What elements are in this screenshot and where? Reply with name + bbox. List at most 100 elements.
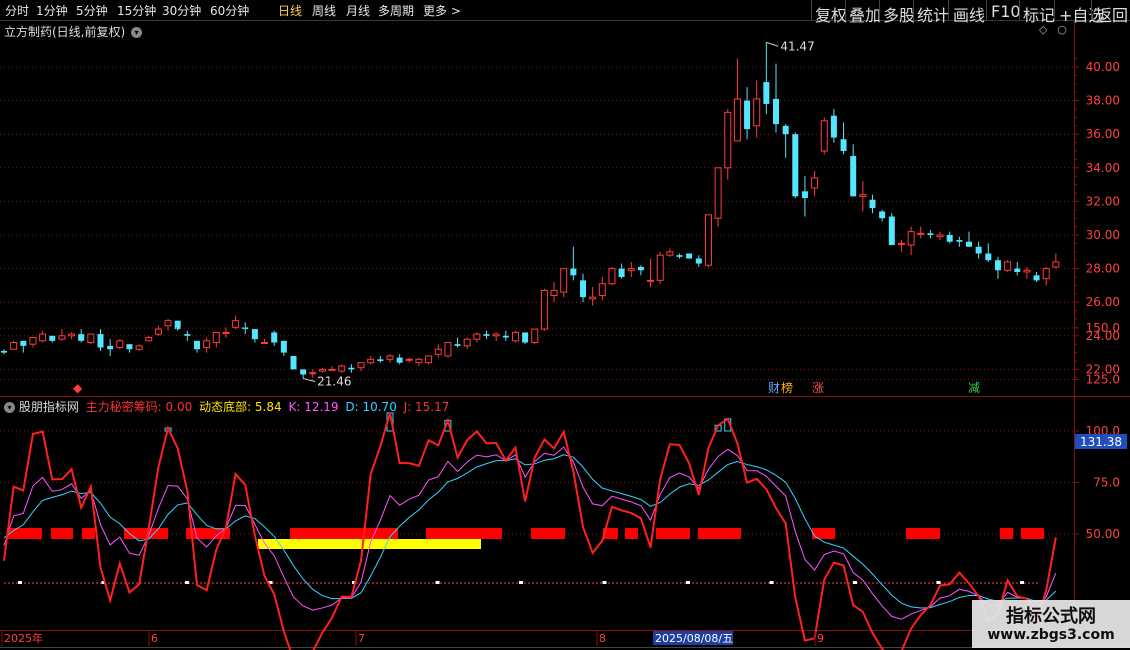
candle-body-up[interactable] [753,98,761,127]
toolbar-action-1[interactable]: 叠加 [849,2,881,26]
candle-body-up[interactable] [492,333,500,337]
toolbar-action-8[interactable]: 返回 [1096,2,1128,26]
candle-body-up[interactable] [936,234,944,238]
candle-body-up[interactable] [309,372,317,375]
candle-body-down[interactable] [676,255,683,257]
title-dropdown-icon[interactable]: ▾ [131,27,143,38]
candle-body-down[interactable] [985,253,992,261]
candle-body-up[interactable] [598,283,606,296]
candle-body-up[interactable] [859,194,867,197]
candle-body-up[interactable] [222,331,230,334]
candle-body-down[interactable] [570,268,577,276]
candle-body-up[interactable] [656,254,664,281]
candle-body-up[interactable] [328,368,336,371]
candle-body-down[interactable] [840,139,847,151]
candle-body-up[interactable] [58,335,66,340]
candle-body-down[interactable] [194,340,200,350]
candle-body-down[interactable] [49,335,56,341]
candle-body-up[interactable] [135,345,143,350]
candle-body-up[interactable] [357,362,365,369]
candle-body-down[interactable] [251,329,258,340]
candle-body-down[interactable] [174,320,181,330]
candle-body-down[interactable] [830,115,837,138]
candle-body-up[interactable] [811,177,819,189]
candle-body-up[interactable] [647,279,655,282]
toolbar-action-5[interactable]: F10 [991,2,1021,21]
candle-body-up[interactable] [608,268,616,285]
candle-body-up[interactable] [540,289,548,330]
candle-body-down[interactable] [107,345,114,350]
candle-body-down[interactable] [618,268,625,277]
candle-body-up[interactable] [550,289,558,296]
candle-body-up[interactable] [560,268,568,293]
candle-body-up[interactable] [511,331,519,342]
candle-body-up[interactable] [10,342,18,350]
toolbar-action-0[interactable]: 复权 [815,2,847,26]
candle-body-down[interactable] [994,260,1001,271]
toolbar-action-6[interactable]: 标记 [1023,2,1055,26]
candle-body-up[interactable] [917,232,925,235]
candle-body-up[interactable] [473,333,481,340]
candle-body-down[interactable] [927,233,934,235]
candle-body-down[interactable] [888,216,895,246]
candle-body-down[interactable] [1,350,7,353]
candle-body-down[interactable] [242,327,249,330]
candle-body-down[interactable] [290,355,297,370]
candle-body-up[interactable] [1042,268,1050,280]
candle-body-down[interactable] [879,211,886,219]
candle-body-up[interactable] [386,355,394,360]
candle-body-down[interactable] [184,334,191,336]
candle-body-up[interactable] [704,214,712,266]
candle-body-up[interactable] [145,336,153,342]
candle-body-up[interactable] [232,320,240,328]
candle-body-up[interactable] [203,340,211,349]
candle-body-down[interactable] [966,241,972,247]
indicator-settings-icon[interactable]: ▾ [4,402,15,413]
candle-body-up[interactable] [29,336,37,345]
candle-body-up[interactable] [666,251,674,256]
candle-body-down[interactable] [522,332,529,343]
candle-body-up[interactable] [338,365,346,372]
candle-body-down[interactable] [637,266,644,271]
candle-body-down[interactable] [773,98,779,125]
candle-body-down[interactable] [975,246,982,254]
candle-body-down[interactable] [454,344,461,346]
candle-body-down[interactable] [1014,268,1021,272]
candle-body-up[interactable] [897,242,905,245]
candle-body-down[interactable] [763,82,770,104]
candle-body-down[interactable] [850,156,857,197]
candle-body-down[interactable] [280,340,287,353]
candle-body-down[interactable] [782,125,789,135]
candle-body-up[interactable] [415,358,423,364]
candle-body-down[interactable] [483,334,490,336]
candle-body-up[interactable] [714,167,722,219]
candle-body-up[interactable] [1023,269,1031,273]
candle-body-up[interactable] [627,268,635,271]
candle-body-down[interactable] [97,334,104,348]
candle-body-down[interactable] [20,340,27,346]
candle-body-up[interactable] [39,333,47,342]
indicator-name[interactable]: 股朋指标网 [19,400,79,414]
candle-body-down[interactable] [1033,275,1040,281]
candle-body-up[interactable] [425,355,433,364]
candle-body-up[interactable] [589,296,597,300]
candle-body-up[interactable] [733,98,741,142]
toolbar-action-3[interactable]: 统计 [917,2,949,26]
candle-body-down[interactable] [744,100,751,130]
candle-body-up[interactable] [531,328,539,344]
candle-body-up[interactable] [1052,261,1060,268]
candle-body-up[interactable] [463,338,471,347]
candle-body-up[interactable] [820,120,828,152]
candle-body-down[interactable] [792,134,799,197]
candle-body-up[interactable] [405,358,413,361]
candle-body-down[interactable] [946,235,953,242]
candle-body-down[interactable] [300,369,307,375]
candle-body-down[interactable] [78,334,85,341]
candle-body-up[interactable] [434,348,442,355]
toolbar-action-2[interactable]: 多股 [883,2,915,26]
candle-body-down[interactable] [580,280,586,298]
candle-body-down[interactable] [686,253,693,259]
candle-body-up[interactable] [154,328,162,335]
stock-chart[interactable]: 40.00 38.00 36.00 34.00 32.00 30.00 28.00 26.00… [0,0,1130,650]
candle-body-down[interactable] [377,359,384,361]
